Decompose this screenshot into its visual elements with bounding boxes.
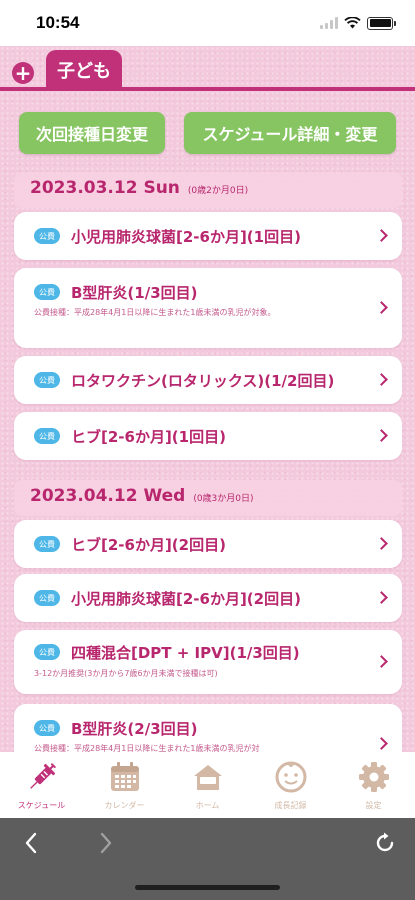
chevron-right-icon: [375, 737, 388, 750]
vaccine-card[interactable]: 公費 小児用肺炎球菌[2-6か月](1回目): [14, 212, 402, 260]
date-header: 2023.03.12 Sun (0歳2か月0日): [14, 172, 402, 208]
vaccine-title: 小児用肺炎球菌[2-6か月](2回目): [71, 590, 301, 608]
tab-settings[interactable]: 設定: [334, 760, 414, 811]
vaccine-note: 公費接種：平成28年4月1日以降に生まれた1歳未満の乳児が対象。: [34, 308, 276, 317]
chevron-right-icon: [375, 373, 388, 386]
vaccine-card[interactable]: 公費 四種混合[DPT + IPV](1/3回目) 3-12か月推奨(3か月から…: [14, 630, 402, 694]
vaccine-title: ヒブ[2-6か月](1回目): [71, 428, 226, 446]
vaccine-card[interactable]: 公費 ヒブ[2-6か月](1回目): [14, 412, 402, 460]
battery-icon: [367, 16, 396, 30]
vaccine-title: B型肝炎(2/3回目): [71, 720, 198, 738]
baby-face-icon: [274, 760, 308, 794]
tab-label: 成長記録: [274, 801, 307, 810]
calendar-icon: [108, 760, 142, 794]
wifi-icon: [344, 17, 361, 29]
vaccine-title: 四種混合[DPT + IPV](1/3回目): [71, 644, 300, 662]
chevron-right-icon: [375, 429, 388, 442]
forward-arrow-icon[interactable]: [91, 828, 121, 858]
public-funded-badge: 公費: [34, 372, 60, 388]
schedule-content[interactable]: + 子ども 次回接種日変更 スケジュール詳細・変更 2023.03.12 Sun…: [0, 46, 415, 752]
age-text: (0歳2か月0日): [187, 186, 249, 196]
public-funded-badge: 公費: [34, 536, 60, 552]
chevron-right-icon: [375, 537, 388, 550]
gear-icon: [357, 760, 391, 794]
home-indicator: [135, 885, 280, 890]
public-funded-badge: 公費: [34, 428, 60, 444]
schedule-detail-button[interactable]: スケジュール詳細・変更: [184, 112, 396, 154]
child-tab-row: + 子ども: [0, 46, 415, 91]
tab-label: カレンダー: [104, 801, 145, 810]
vaccine-title: 小児用肺炎球菌[2-6か月](1回目): [71, 228, 301, 246]
vaccine-card[interactable]: 公費 B型肝炎(2/3回目) 公費接種：平成28年4月1日以降に生まれた1歳未満…: [14, 704, 402, 752]
change-next-date-button[interactable]: 次回接種日変更: [19, 112, 165, 154]
tab-label: 設定: [365, 801, 382, 810]
chevron-right-icon: [375, 591, 388, 604]
reload-icon[interactable]: [370, 828, 400, 858]
tab-home[interactable]: ホーム: [168, 760, 248, 811]
public-funded-badge: 公費: [34, 228, 60, 244]
status-time: 10:54: [36, 13, 80, 32]
date-text: 2023.03.12 Sun: [30, 178, 180, 198]
tab-underline: [0, 87, 415, 91]
vaccine-card[interactable]: 公費 B型肝炎(1/3回目) 公費接種：平成28年4月1日以降に生まれた1歳未満…: [14, 268, 402, 348]
bottom-tab-bar: スケジュール カレンダー ホーム 成長記録 設定: [0, 752, 415, 818]
tab-label: スケジュール: [17, 801, 66, 810]
status-bar: 10:54: [0, 0, 415, 46]
public-funded-badge: 公費: [34, 720, 60, 736]
cellular-signal-icon: [320, 17, 338, 29]
chevron-right-icon: [375, 229, 388, 242]
vaccine-note: 3-12か月推奨(3か月から7歳6か月未満で接種は可): [34, 669, 218, 678]
tab-schedule[interactable]: スケジュール: [2, 760, 82, 811]
tab-label: ホーム: [195, 801, 220, 810]
vaccine-card[interactable]: 公費 ロタワクチン(ロタリックス)(1/2回目): [14, 356, 402, 404]
vaccine-title: B型肝炎(1/3回目): [71, 284, 198, 302]
vaccine-title: ロタワクチン(ロタリックス)(1/2回目): [71, 372, 335, 390]
tab-calendar[interactable]: カレンダー: [85, 760, 165, 811]
vaccine-title: ヒブ[2-6か月](2回目): [71, 536, 226, 554]
browser-toolbar: [0, 818, 415, 900]
public-funded-badge: 公費: [34, 590, 60, 606]
tab-growth-record[interactable]: 成長記録: [251, 760, 331, 811]
age-text: (0歳3か月0日): [193, 494, 254, 504]
date-text: 2023.04.12 Wed: [30, 486, 186, 506]
date-header: 2023.04.12 Wed (0歳3か月0日): [14, 480, 402, 516]
status-icons: [320, 16, 396, 30]
vaccine-note: 公費接種：平成28年4月1日以降に生まれた1歳未満の乳児が対: [34, 744, 260, 752]
chevron-right-icon: [375, 655, 388, 668]
syringe-icon: [25, 760, 59, 794]
public-funded-badge: 公費: [34, 284, 60, 300]
tab-child[interactable]: 子ども: [46, 50, 122, 90]
home-icon: [191, 760, 225, 794]
add-child-icon[interactable]: +: [12, 62, 34, 84]
public-funded-badge: 公費: [34, 644, 60, 660]
vaccine-card[interactable]: 公費 小児用肺炎球菌[2-6か月](2回目): [14, 574, 402, 622]
chevron-right-icon: [375, 301, 388, 314]
back-arrow-icon[interactable]: [16, 828, 46, 858]
vaccine-card[interactable]: 公費 ヒブ[2-6か月](2回目): [14, 520, 402, 568]
